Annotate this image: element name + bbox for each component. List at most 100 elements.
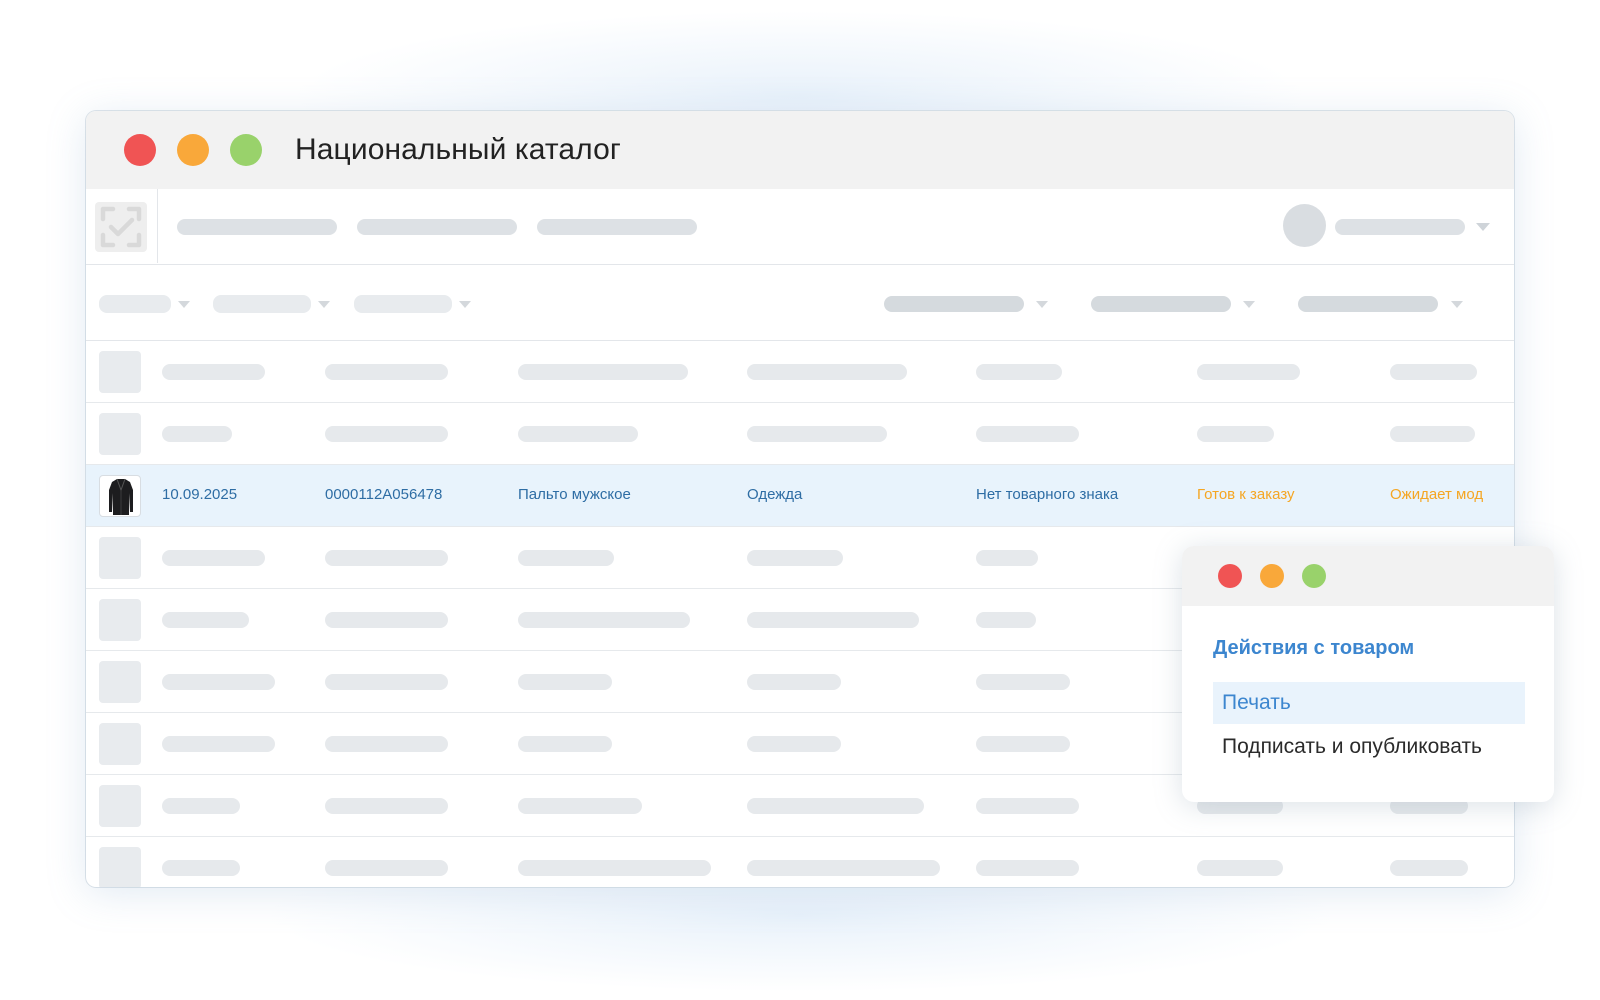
cell-placeholder [1390,364,1477,380]
thumbnail-placeholder [99,847,141,887]
cell-placeholder [325,736,448,752]
sort-placeholder[interactable] [1091,296,1231,312]
cell-placeholder [518,364,688,380]
cell-placeholder [325,860,448,876]
chevron-down-icon[interactable] [1476,223,1490,231]
user-avatar[interactable] [1283,204,1326,247]
sort-placeholder[interactable] [884,296,1024,312]
cell-placeholder [518,674,612,690]
thumbnail-placeholder [99,351,141,393]
cell-placeholder [747,674,841,690]
cell-placeholder [976,860,1079,876]
cell-placeholder [1197,364,1300,380]
cell-placeholder [325,674,448,690]
chevron-down-icon[interactable] [1243,301,1255,308]
thumbnail-placeholder [99,723,141,765]
cell-placeholder [976,612,1036,628]
cell-placeholder [162,426,232,442]
window-title: Национальный каталог [295,133,621,166]
cell-moderation-status: Ожидает мод [1390,486,1484,503]
chevron-down-icon[interactable] [178,301,190,308]
product-thumbnail [99,475,141,517]
minimize-window-button[interactable] [177,134,209,166]
cell-placeholder [518,798,642,814]
cell-placeholder [976,426,1079,442]
cell-placeholder [747,736,841,752]
cell-placeholder [976,364,1062,380]
cell-placeholder [325,798,448,814]
chevron-down-icon[interactable] [1451,301,1463,308]
product-actions-popup: Действия с товаром Печать Подписать и оп… [1182,546,1554,802]
table-row[interactable] [86,837,1514,887]
close-popup-button[interactable] [1218,564,1242,588]
top-navigation [86,189,1514,265]
cell-date: 10.09.2025 [162,486,238,503]
cell-placeholder [325,550,448,566]
popup-title: Действия с товаром [1213,637,1415,659]
filter-placeholder[interactable] [99,295,171,313]
cell-placeholder [747,426,887,442]
cell-placeholder [518,612,690,628]
cell-placeholder [1390,426,1475,442]
thumbnail-placeholder [99,785,141,827]
cell-placeholder [325,364,448,380]
zoom-popup-button[interactable] [1302,564,1326,588]
nav-item-placeholder[interactable] [177,219,337,235]
cell-placeholder [1197,426,1274,442]
nav-item-placeholder[interactable] [537,219,697,235]
cell-placeholder [518,860,711,876]
titlebar: Национальный каталог [86,111,1514,189]
menu-item-print[interactable]: Печать [1213,682,1525,724]
cell-placeholder [976,736,1070,752]
cell-placeholder [976,674,1070,690]
cell-placeholder [162,798,240,814]
cell-placeholder [518,736,612,752]
cell-code[interactable]: 0000112A056478 [325,485,442,505]
filter-placeholder[interactable] [354,295,452,313]
nav-item-placeholder[interactable] [357,219,517,235]
cell-placeholder [1390,860,1468,876]
table-row[interactable] [86,403,1514,465]
cell-placeholder [162,860,240,876]
cell-placeholder [325,426,448,442]
cell-placeholder [1197,860,1283,876]
cell-placeholder [976,550,1038,566]
cell-placeholder [747,364,907,380]
cell-category: Одежда [747,486,803,503]
filter-placeholder[interactable] [213,295,311,313]
cell-trademark: Нет товарного знака [976,486,1119,503]
cell-placeholder [162,674,275,690]
cell-placeholder [162,736,275,752]
cell-placeholder [162,364,265,380]
cell-placeholder [747,860,940,876]
cell-placeholder [747,798,924,814]
cell-placeholder [162,612,249,628]
thumbnail-placeholder [99,599,141,641]
logo-area[interactable] [86,189,158,263]
table-row[interactable] [86,341,1514,403]
chevron-down-icon[interactable] [459,301,471,308]
cell-placeholder [976,798,1079,814]
popup-titlebar [1182,546,1554,606]
filter-bar [86,265,1514,341]
close-window-button[interactable] [124,134,156,166]
zoom-window-button[interactable] [230,134,262,166]
thumbnail-placeholder [99,661,141,703]
cell-placeholder [518,426,638,442]
coat-icon [109,478,133,515]
sort-placeholder[interactable] [1298,296,1438,312]
cell-placeholder [518,550,614,566]
minimize-popup-button[interactable] [1260,564,1284,588]
menu-item-sign-publish[interactable]: Подписать и опубликовать [1213,726,1525,768]
cell-product-name[interactable]: Пальто мужское [518,485,631,505]
chevron-down-icon[interactable] [1036,301,1048,308]
cell-placeholder [747,550,843,566]
chevron-down-icon[interactable] [318,301,330,308]
cell-status: Готов к заказу [1197,486,1295,503]
table-row-selected[interactable]: 10.09.2025 0000112A056478 Пальто мужское… [86,465,1514,527]
check-scan-icon [95,202,147,252]
user-name-placeholder[interactable] [1335,219,1465,235]
cell-placeholder [325,612,448,628]
thumbnail-placeholder [99,413,141,455]
cell-placeholder [747,612,919,628]
